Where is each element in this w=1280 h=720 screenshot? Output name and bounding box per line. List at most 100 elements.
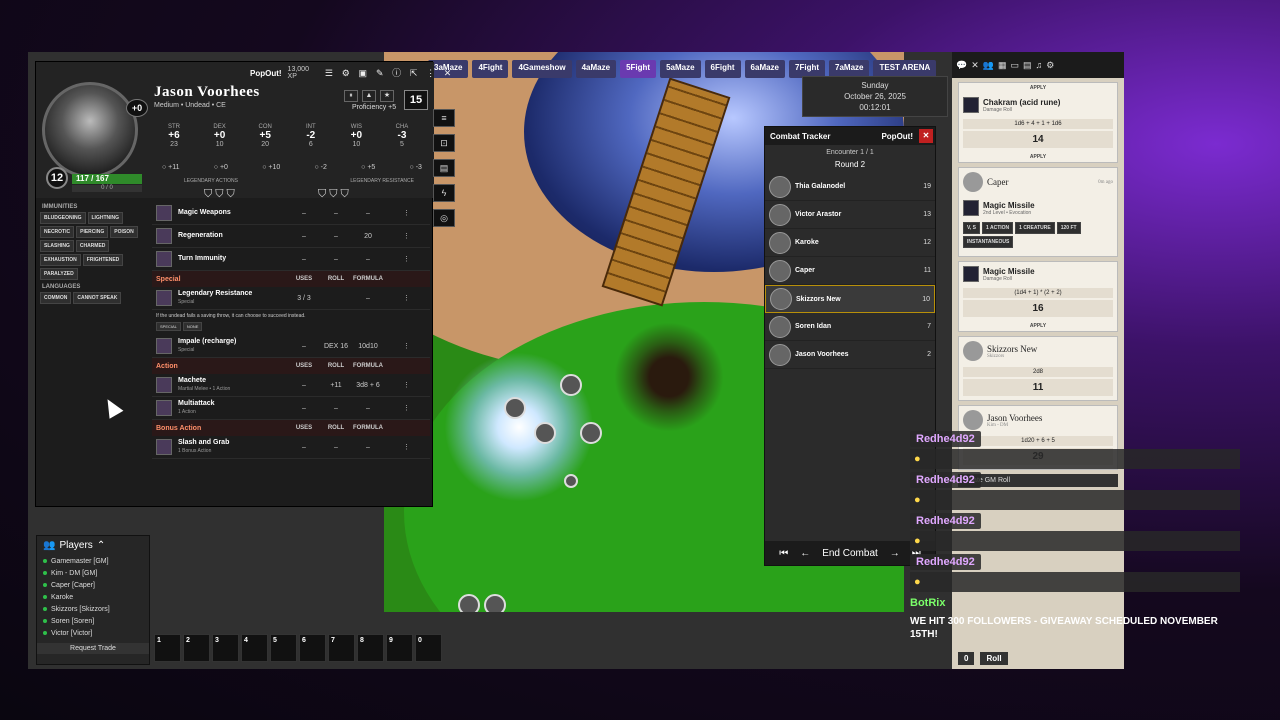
feature-roll[interactable]: DEX 16 bbox=[320, 343, 352, 350]
roll-result[interactable]: 11 bbox=[963, 379, 1113, 396]
short-rest-icon[interactable]: ⏸ bbox=[344, 90, 358, 102]
combatant-initiative[interactable]: 10 bbox=[914, 296, 930, 303]
player-item[interactable]: Gamemaster [GM] bbox=[37, 555, 149, 567]
ability-con[interactable]: CON +5 20 bbox=[245, 124, 285, 148]
row-menu-icon[interactable]: ⋮ bbox=[384, 381, 416, 389]
ability-dex[interactable]: DEX +0 10 bbox=[200, 124, 240, 148]
ability-str[interactable]: STR +6 23 bbox=[154, 124, 194, 148]
feature-row[interactable]: Turn Immunity – – – ⋮ bbox=[152, 248, 430, 271]
feature-row[interactable]: Legendary Resistance Special 3 / 3 – ⋮ bbox=[152, 287, 430, 310]
camera-icon[interactable]: ▣ bbox=[357, 67, 368, 79]
token[interactable] bbox=[484, 594, 506, 612]
wrench-icon[interactable]: ✎ bbox=[374, 67, 385, 79]
lightning-icon[interactable]: ϟ bbox=[433, 184, 455, 202]
list-icon[interactable]: ☰ bbox=[323, 67, 334, 79]
prev-turn-icon[interactable]: ← bbox=[800, 548, 810, 559]
roll-button[interactable]: Roll bbox=[980, 652, 1008, 665]
end-combat-button[interactable]: End Combat bbox=[822, 548, 878, 559]
apply-label[interactable]: APPLY bbox=[959, 83, 1117, 93]
player-item[interactable]: Karoke bbox=[37, 591, 149, 603]
feature-row[interactable]: Multiattack 1 Action – – – ⋮ bbox=[152, 397, 430, 420]
scene-tab[interactable]: 6Fight bbox=[704, 60, 741, 78]
player-item[interactable]: Victor [Victor] bbox=[37, 627, 149, 639]
feature-roll[interactable]: – bbox=[320, 210, 352, 217]
info-icon[interactable]: ⓘ bbox=[391, 67, 402, 79]
hp-bar[interactable]: 117 / 167 bbox=[72, 174, 142, 184]
target-icon[interactable]: ◎ bbox=[433, 209, 455, 227]
row-menu-icon[interactable]: ⋮ bbox=[384, 255, 416, 263]
token[interactable] bbox=[504, 397, 526, 419]
scene-tab[interactable]: 4Gameshow bbox=[512, 60, 572, 78]
combatant-initiative[interactable]: 19 bbox=[915, 183, 931, 190]
feature-roll[interactable]: – bbox=[320, 405, 352, 412]
saving-throw[interactable]: ○ +10 bbox=[262, 164, 280, 171]
initiative-box[interactable]: 15 bbox=[404, 90, 428, 110]
apply-label[interactable]: APPLY bbox=[959, 152, 1117, 162]
gear-icon[interactable]: ⚙ bbox=[340, 67, 351, 79]
swords-icon[interactable]: ✕ bbox=[971, 60, 979, 71]
feature-formula[interactable]: – bbox=[352, 405, 384, 412]
feature-row[interactable]: Magic Weapons – – – ⋮ bbox=[152, 202, 430, 225]
feature-formula[interactable]: – bbox=[352, 256, 384, 263]
music-icon[interactable]: ♫ bbox=[1036, 60, 1043, 70]
macro-slot[interactable]: 5 bbox=[270, 634, 297, 662]
feature-row[interactable]: Impale (recharge) Special – DEX 16 10d10 ⋮ bbox=[152, 335, 430, 358]
token[interactable] bbox=[564, 474, 578, 488]
feature-roll[interactable]: – bbox=[320, 444, 352, 451]
saving-throw[interactable]: ○ +0 bbox=[214, 164, 228, 171]
token[interactable] bbox=[534, 422, 556, 444]
roll-formula[interactable]: 2d8 bbox=[963, 367, 1113, 377]
row-menu-icon[interactable]: ⋮ bbox=[384, 232, 416, 240]
player-item[interactable]: Kim - DM [GM] bbox=[37, 567, 149, 579]
macro-slot[interactable]: 6 bbox=[299, 634, 326, 662]
row-menu-icon[interactable]: ⋮ bbox=[384, 209, 416, 217]
roll-formula[interactable]: (1d4 + 1) * (2 + 2) bbox=[963, 288, 1113, 298]
feature-roll[interactable]: +11 bbox=[320, 382, 352, 389]
row-menu-icon[interactable]: ⋮ bbox=[384, 342, 416, 350]
saving-throw[interactable]: ○ +5 bbox=[361, 164, 375, 171]
players-header[interactable]: 👥 Players ⌃ bbox=[37, 536, 149, 555]
player-item[interactable]: Skizzors [Skizzors] bbox=[37, 603, 149, 615]
combatant-initiative[interactable]: 2 bbox=[915, 351, 931, 358]
ability-wis[interactable]: WIS +0 10 bbox=[336, 124, 376, 148]
roll-result[interactable]: 16 bbox=[963, 300, 1113, 317]
close-icon[interactable]: ✕ bbox=[919, 129, 933, 143]
player-item[interactable]: Soren [Soren] bbox=[37, 615, 149, 627]
character-portrait[interactable] bbox=[42, 82, 138, 178]
feature-formula[interactable]: – bbox=[352, 210, 384, 217]
menu-icon[interactable]: ⋮ bbox=[425, 67, 436, 79]
map-icon[interactable]: ▦ bbox=[998, 60, 1007, 71]
combatant-row[interactable]: Victor Arastor 13 bbox=[765, 201, 935, 229]
saving-throw[interactable]: ○ -3 bbox=[410, 164, 422, 171]
saving-throw[interactable]: ○ +11 bbox=[162, 164, 180, 171]
player-item[interactable]: Caper [Caper] bbox=[37, 579, 149, 591]
combatant-initiative[interactable]: 11 bbox=[915, 267, 931, 274]
roll-formula[interactable]: 1d6 + 4 + 1 + 1d6 bbox=[963, 119, 1113, 129]
token[interactable] bbox=[560, 374, 582, 396]
note-icon[interactable]: ▤ bbox=[433, 159, 455, 177]
macro-slot[interactable]: 1 bbox=[154, 634, 181, 662]
chat-icon[interactable]: 💬 bbox=[956, 60, 967, 71]
row-menu-icon[interactable]: ⋮ bbox=[384, 294, 416, 302]
combatant-row[interactable]: Soren Idan 7 bbox=[765, 313, 935, 341]
star-icon[interactable]: ★ bbox=[380, 90, 394, 102]
macro-slot[interactable]: 9 bbox=[386, 634, 413, 662]
saving-throw[interactable]: ○ -2 bbox=[314, 164, 326, 171]
combatant-row[interactable]: Karoke 12 bbox=[765, 229, 935, 257]
combat-popout-button[interactable]: PopOut! bbox=[881, 132, 913, 141]
gear-icon[interactable]: ⚙ bbox=[1046, 60, 1054, 71]
combatant-initiative[interactable]: 12 bbox=[915, 239, 931, 246]
first-turn-icon[interactable]: ⏮ bbox=[779, 548, 788, 559]
token[interactable] bbox=[458, 594, 480, 612]
ability-int[interactable]: INT -2 6 bbox=[291, 124, 331, 148]
scene-tab[interactable]: 4Fight bbox=[472, 60, 509, 78]
macro-slot[interactable]: 3 bbox=[212, 634, 239, 662]
combatant-initiative[interactable]: 7 bbox=[915, 323, 931, 330]
combatant-row[interactable]: Skizzors New 10 bbox=[765, 285, 935, 313]
row-menu-icon[interactable]: ⋮ bbox=[384, 443, 416, 451]
users-icon[interactable]: 👥 bbox=[983, 60, 994, 71]
feature-formula[interactable]: 10d10 bbox=[352, 343, 384, 350]
scene-tab[interactable]: 4aMaze bbox=[575, 60, 617, 78]
scene-tab[interactable]: 6aMaze bbox=[744, 60, 786, 78]
next-turn-icon[interactable]: → bbox=[890, 548, 900, 559]
